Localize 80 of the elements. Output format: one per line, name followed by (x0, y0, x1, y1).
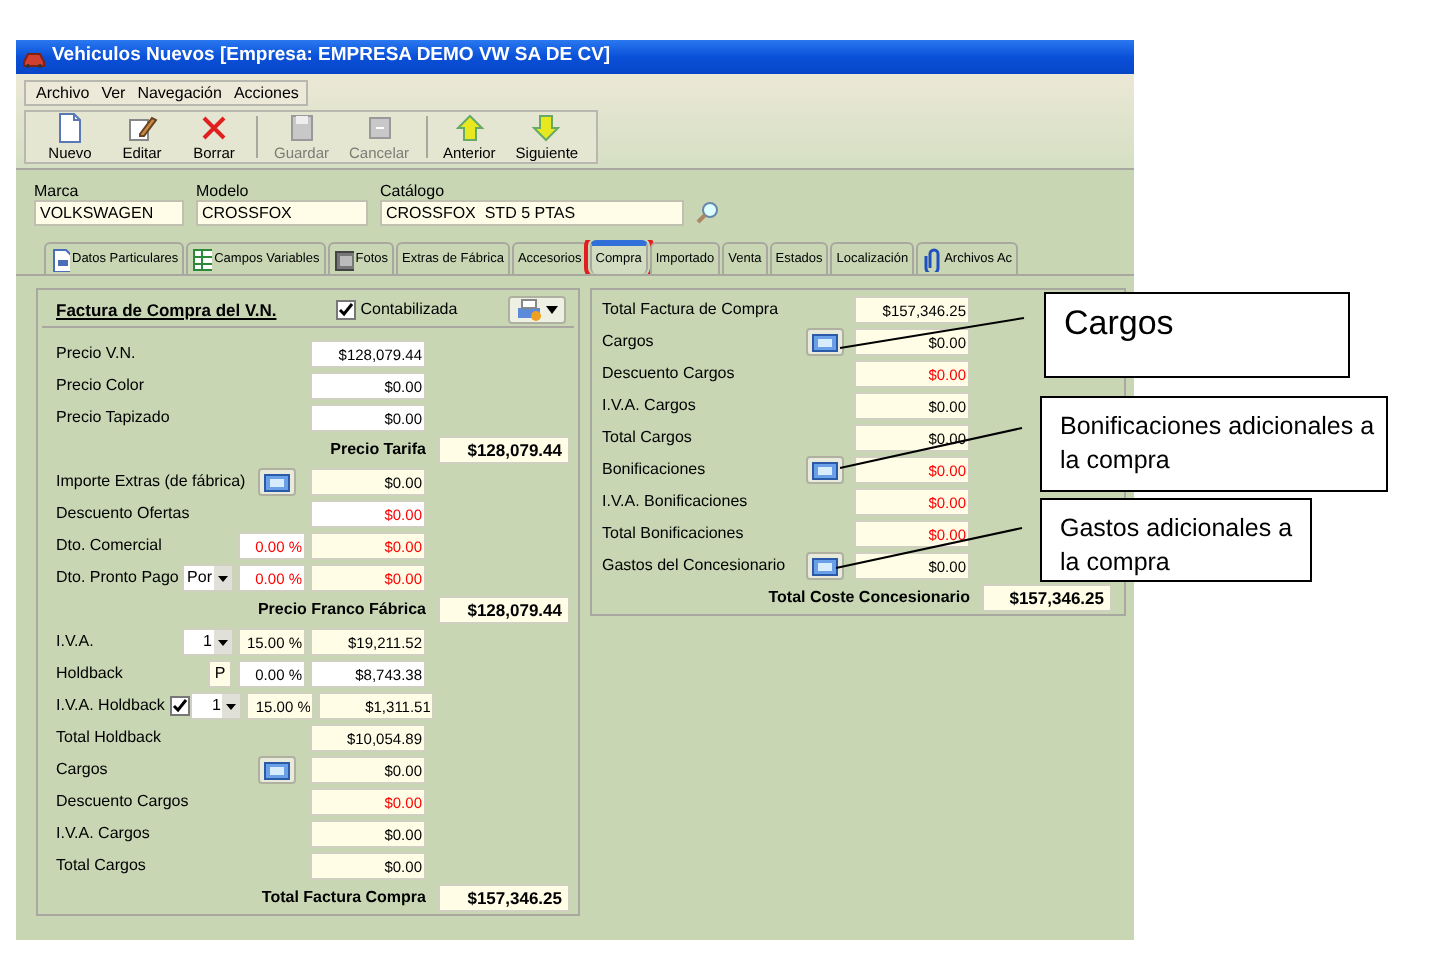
field-label: Precio Color (56, 374, 145, 398)
total-value: $157,346.25 (438, 884, 570, 912)
menu-item[interactable]: Acciones (233, 81, 299, 105)
text-field[interactable]: VOLKSWAGEN (34, 200, 184, 226)
field-label: I.V.A. Cargos (602, 394, 696, 418)
field-label: Total Cargos (602, 426, 692, 450)
field-label: Catálogo (380, 182, 447, 200)
field-label: Descuento Cargos (56, 790, 189, 814)
checkbox-label: Contabilizada (360, 298, 458, 322)
photo-icon (333, 247, 354, 271)
list-button[interactable] (258, 756, 296, 784)
field-label: Cargos (56, 758, 108, 782)
total-label: Total Coste Concesionario (766, 586, 972, 610)
form-icon (264, 473, 290, 491)
text-field[interactable]: CROSSFOX STD 5 PTAS (380, 200, 684, 226)
field-label: Precio Tapizado (56, 406, 170, 430)
car-icon (22, 47, 46, 67)
grid-icon (192, 247, 213, 271)
field-label: Total Holdback (56, 726, 161, 750)
callout-text: Cargos (1064, 302, 1176, 346)
print-menu-button[interactable] (508, 296, 566, 324)
check-icon (172, 698, 189, 714)
dropdown[interactable]: Por (182, 564, 234, 592)
callout-text: Gastos adicionales a la compra (1060, 512, 1295, 580)
menu-item[interactable]: Archivo (36, 81, 90, 105)
field-label: Modelo (196, 182, 251, 200)
field-label: Gastos del Concesionario (602, 554, 786, 578)
field-label: Bonificaciones (602, 458, 706, 482)
document-icon (50, 247, 70, 271)
printer-icon (516, 298, 542, 322)
field-label: Total Cargos (56, 854, 146, 878)
field-label: I.V.A. Bonificaciones (602, 490, 748, 514)
checkbox[interactable] (170, 696, 191, 716)
search-icon (696, 200, 720, 224)
total-value: $128,079.44 (438, 436, 570, 464)
field-label: Dto. Comercial (56, 534, 162, 558)
checkbox[interactable] (336, 300, 357, 320)
section-title: Factura de Compra del V.N. (56, 297, 277, 323)
field-label: I.V.A. (56, 630, 94, 654)
document-icon (54, 112, 86, 144)
flag-field: P (208, 660, 232, 688)
pencil-document-icon (126, 112, 158, 144)
total-value: $157,346.25 (982, 584, 1112, 612)
paperclip-icon (922, 247, 943, 271)
total-value: $128,079.44 (438, 596, 570, 624)
field-label: Total Bonificaciones (602, 522, 744, 546)
field-label: Holdback (56, 662, 123, 686)
dropdown[interactable]: 1 (182, 628, 234, 656)
field-label: Importe Extras (de fábrica) (56, 470, 246, 494)
list-button[interactable] (806, 552, 844, 580)
field-label: Dto. Pronto Pago (56, 566, 179, 590)
field-label: I.V.A. Holdback (56, 694, 165, 718)
field-label: Marca (34, 182, 81, 200)
text-field[interactable]: CROSSFOX (196, 200, 368, 226)
list-button[interactable] (806, 456, 844, 484)
form-icon (812, 461, 838, 479)
field-label: Total Factura de Compra (602, 298, 779, 322)
field-label: Precio V.N. (56, 342, 136, 366)
callout-text: Bonificaciones adicionales a la compra (1060, 410, 1377, 478)
field-label: I.V.A. Cargos (56, 822, 150, 846)
check-icon (338, 302, 355, 318)
form-icon (264, 761, 290, 779)
up-arrow-icon (453, 112, 486, 144)
form-icon (812, 333, 838, 351)
window-title: Vehiculos Nuevos [Empresa: EMPRESA DEMO VW SA DE CV] (52, 42, 611, 71)
total-label: Total Factura Compra (259, 886, 428, 910)
dropdown[interactable]: 1 (190, 692, 243, 720)
list-button[interactable] (806, 328, 844, 356)
menu-item[interactable]: Ver (101, 81, 126, 105)
total-label: Precio Franco Fábrica (255, 598, 428, 622)
form-icon (812, 557, 838, 575)
delete-icon (198, 112, 230, 144)
caret-icon (546, 304, 558, 316)
field-label: Descuento Ofertas (56, 502, 190, 526)
field-label: Descuento Cargos (602, 362, 735, 386)
total-label: Precio Tarifa (328, 438, 428, 462)
list-button[interactable] (258, 468, 296, 496)
down-arrow-icon (530, 112, 563, 144)
field-label: Cargos (602, 330, 654, 354)
menu-item[interactable]: Navegación (137, 81, 222, 105)
